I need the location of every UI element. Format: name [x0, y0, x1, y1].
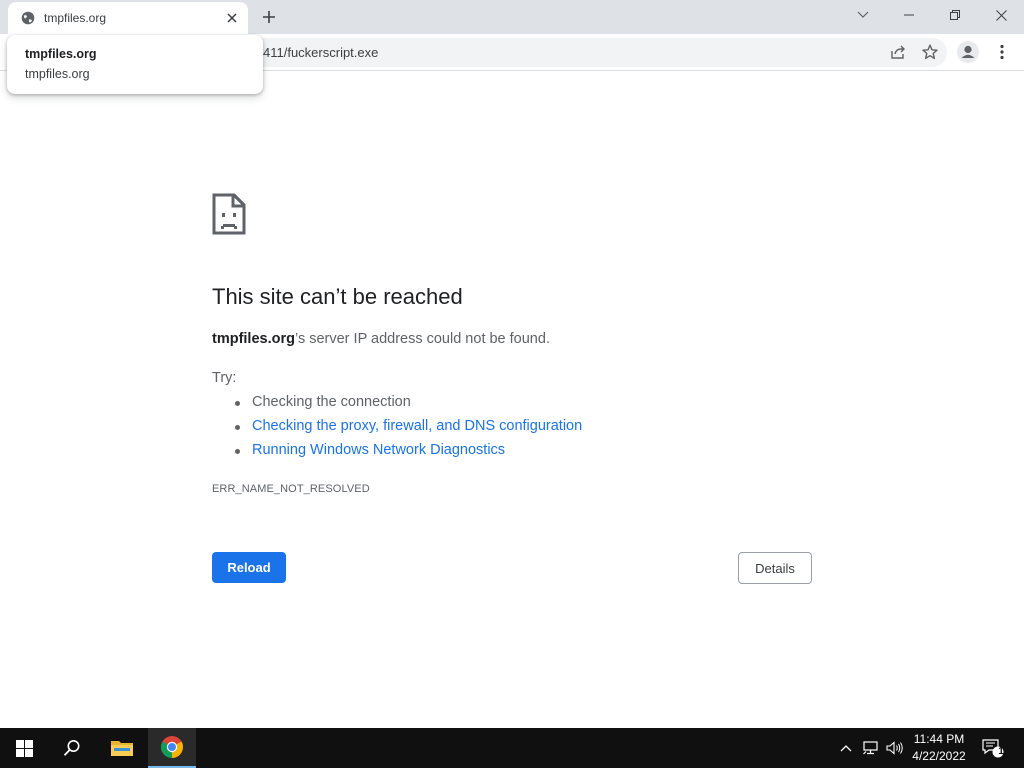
network-icon[interactable]: [860, 728, 882, 768]
plus-icon[interactable]: [259, 7, 279, 27]
tab-search-icon[interactable]: [840, 0, 886, 30]
kebab-menu-icon[interactable]: [990, 40, 1014, 64]
suggestion-network-diagnostics-link[interactable]: Running Windows Network Diagnostics: [252, 442, 505, 458]
suggestion-item: Running Windows Network Diagnostics: [235, 442, 582, 466]
share-icon[interactable]: [886, 40, 910, 64]
sad-document-icon: [212, 193, 246, 235]
search-icon[interactable]: [48, 728, 96, 768]
bullet: [235, 401, 240, 406]
close-icon[interactable]: [978, 0, 1024, 30]
notification-count-badge: 1: [998, 746, 1004, 757]
notification-center-icon[interactable]: 1: [978, 728, 1008, 768]
clock-date: 4/22/2022: [912, 749, 966, 763]
taskbar: 11:44 PM 4/22/2022 1: [0, 728, 1024, 768]
suggestion-item: Checking the connection: [235, 394, 582, 418]
globe-icon: [21, 11, 35, 25]
volume-icon[interactable]: [884, 728, 906, 768]
minimize-icon[interactable]: [886, 0, 932, 30]
file-explorer-icon[interactable]: [98, 728, 146, 768]
details-button[interactable]: Details: [738, 552, 812, 584]
windows-start-icon[interactable]: [0, 728, 48, 768]
suggestion-check-connection: Checking the connection: [252, 394, 411, 410]
suggestion-proxy-firewall-dns-link[interactable]: Checking the proxy, firewall, and DNS co…: [252, 418, 582, 434]
system-clock[interactable]: 11:44 PM 4/22/2022: [904, 731, 974, 765]
address-bar-url: 411/fuckerscript.exe: [263, 45, 379, 60]
star-icon[interactable]: [918, 40, 942, 64]
suggestion-list: Checking the connection Checking the pro…: [235, 394, 582, 466]
profile-icon[interactable]: [956, 40, 980, 64]
tab-hover-card: tmpfiles.org tmpfiles.org: [7, 35, 263, 94]
error-code: ERR_NAME_NOT_RESOLVED: [212, 483, 370, 495]
chevron-up-icon[interactable]: [836, 728, 856, 768]
chrome-icon[interactable]: [148, 728, 196, 768]
error-description-text: ’s server IP address could not be found.: [294, 331, 550, 347]
error-description: tmpfiles.org’s server IP address could n…: [212, 331, 550, 347]
tab-active[interactable]: tmpfiles.org: [8, 2, 248, 34]
bullet: [235, 449, 240, 454]
tab-strip: tmpfiles.org: [0, 0, 1024, 34]
suggestion-item: Checking the proxy, firewall, and DNS co…: [235, 418, 582, 442]
hover-card-domain: tmpfiles.org: [25, 67, 90, 81]
try-label: Try:: [212, 370, 237, 386]
reload-button[interactable]: Reload: [212, 552, 286, 583]
hover-card-title: tmpfiles.org: [25, 47, 97, 61]
clock-time: 11:44 PM: [913, 732, 965, 746]
error-title: This site can’t be reached: [212, 284, 463, 309]
tab-close-icon[interactable]: [224, 10, 240, 26]
bullet: [235, 425, 240, 430]
restore-icon[interactable]: [932, 0, 978, 30]
error-host: tmpfiles.org: [212, 331, 295, 347]
tab-title: tmpfiles.org: [44, 11, 107, 25]
